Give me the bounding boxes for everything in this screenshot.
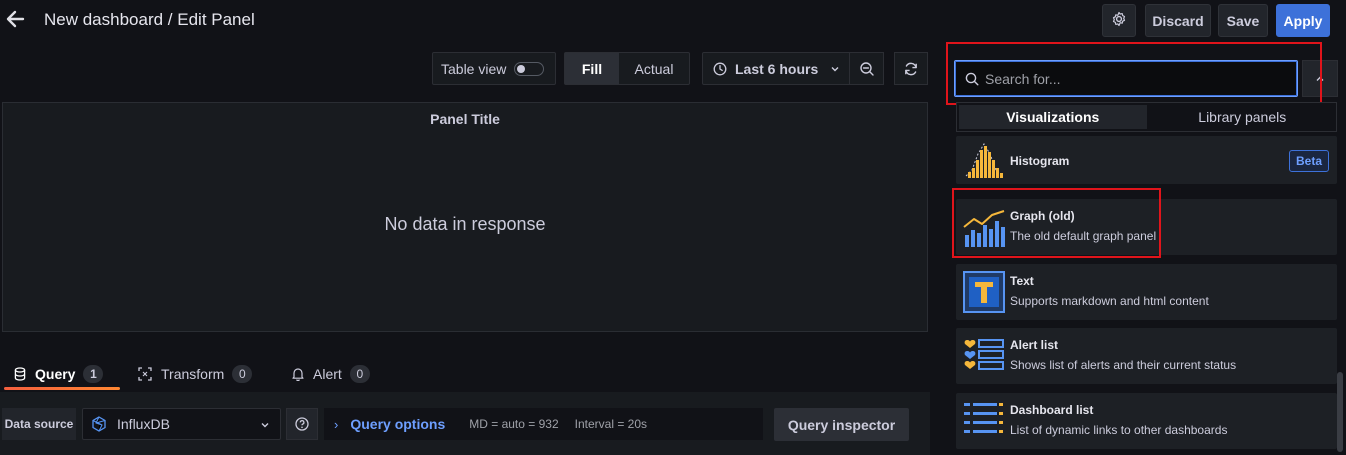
tab-query[interactable]: Query 1 bbox=[14, 358, 104, 390]
data-source-select[interactable]: InfluxDB bbox=[82, 408, 281, 440]
actual-option[interactable]: Actual bbox=[619, 53, 689, 84]
time-range-label: Last 6 hours bbox=[735, 60, 819, 77]
text-icon bbox=[962, 270, 1006, 314]
refresh-button[interactable] bbox=[894, 52, 928, 85]
chevron-down-icon bbox=[830, 64, 840, 74]
zoom-out-icon bbox=[859, 61, 875, 77]
chevron-right-icon: › bbox=[334, 416, 339, 432]
histogram-icon bbox=[962, 140, 1006, 180]
viz-desc-text: Supports markdown and html content bbox=[1010, 294, 1209, 308]
fill-option[interactable]: Fill bbox=[565, 53, 619, 84]
tab-transform[interactable]: Transform 0 bbox=[138, 358, 253, 390]
dashboard-list-icon bbox=[962, 399, 1006, 443]
clock-icon bbox=[713, 62, 727, 76]
gear-icon bbox=[1111, 11, 1127, 30]
tab-alert-label: Alert bbox=[313, 366, 342, 382]
tab-transform-count: 0 bbox=[232, 365, 253, 383]
tab-query-count: 1 bbox=[83, 365, 104, 383]
search-placeholder: Search for... bbox=[985, 70, 1061, 87]
tab-visualizations[interactable]: Visualizations bbox=[959, 105, 1147, 129]
graph-icon bbox=[962, 205, 1006, 249]
tab-query-label: Query bbox=[35, 366, 76, 382]
viz-name-text: Text bbox=[1010, 274, 1034, 288]
active-tab-indicator bbox=[4, 387, 120, 390]
viz-item-histogram[interactable]: Histogram Beta bbox=[956, 136, 1337, 184]
viz-search-input[interactable]: Search for... bbox=[954, 60, 1298, 97]
help-button[interactable] bbox=[286, 408, 318, 440]
page-title: New dashboard / Edit Panel bbox=[44, 10, 255, 29]
zoom-out-button[interactable] bbox=[850, 52, 884, 85]
viz-desc-alert-list: Shows list of alerts and their current s… bbox=[1010, 358, 1237, 372]
top-bar: New dashboard / Edit Panel Discard Save … bbox=[0, 0, 1346, 42]
back-arrow-icon[interactable] bbox=[4, 8, 26, 30]
viz-item-graph-old[interactable]: Graph (old) The old default graph panel bbox=[956, 199, 1337, 255]
fill-actual-toggle: Fill Actual bbox=[564, 52, 690, 85]
no-data-message: No data in response bbox=[384, 214, 546, 234]
refresh-icon bbox=[903, 61, 919, 77]
tab-alert-count: 0 bbox=[349, 365, 370, 383]
viz-name-histogram: Histogram bbox=[1010, 154, 1070, 168]
tab-library-panels[interactable]: Library panels bbox=[1149, 103, 1337, 131]
settings-button[interactable] bbox=[1102, 4, 1136, 37]
save-button[interactable]: Save bbox=[1218, 4, 1268, 37]
table-view-switch[interactable] bbox=[514, 61, 545, 76]
alert-list-icon bbox=[962, 334, 1006, 378]
query-options-toggle[interactable]: Query options bbox=[350, 416, 445, 432]
max-data-points: MD = auto = 932 bbox=[469, 417, 559, 431]
viz-name-graph-old: Graph (old) bbox=[1010, 209, 1075, 223]
table-view-label: Table view bbox=[441, 60, 507, 77]
viz-name-dashboard-list: Dashboard list bbox=[1010, 403, 1094, 417]
discard-button[interactable]: Discard bbox=[1145, 4, 1211, 37]
viz-item-text[interactable]: Text Supports markdown and html content bbox=[956, 264, 1337, 320]
picker-tabs: Visualizations Library panels bbox=[956, 102, 1337, 132]
transform-icon bbox=[138, 367, 152, 381]
data-source-value: InfluxDB bbox=[117, 416, 170, 432]
database-icon bbox=[14, 367, 26, 381]
viz-desc-graph-old: The old default graph panel bbox=[1010, 229, 1157, 243]
tab-transform-label: Transform bbox=[161, 366, 225, 382]
apply-button[interactable]: Apply bbox=[1276, 4, 1330, 37]
table-view-toggle[interactable]: Table view bbox=[432, 52, 556, 85]
panel-preview: Panel Title No data in response bbox=[2, 102, 928, 332]
viz-name-alert-list: Alert list bbox=[1010, 338, 1059, 352]
query-options-row: Data source InfluxDB › Query options MD … bbox=[0, 392, 930, 455]
time-range-picker[interactable]: Last 6 hours bbox=[702, 52, 850, 85]
viz-item-dashboard-list[interactable]: Dashboard list List of dynamic links to … bbox=[956, 393, 1337, 449]
bell-icon bbox=[292, 367, 304, 381]
panel-title[interactable]: Panel Title bbox=[3, 111, 927, 127]
chevron-down-icon bbox=[260, 420, 270, 430]
viz-desc-dashboard-list: List of dynamic links to other dashboard… bbox=[1010, 423, 1228, 437]
viz-item-alert-list[interactable]: Alert list Shows list of alerts and thei… bbox=[956, 328, 1337, 384]
data-source-label: Data source bbox=[2, 408, 76, 440]
tab-alert[interactable]: Alert 0 bbox=[292, 358, 370, 390]
collapse-picker-button[interactable] bbox=[1302, 60, 1338, 97]
switch-knob bbox=[517, 64, 526, 73]
search-icon bbox=[965, 72, 979, 86]
beta-badge: Beta bbox=[1288, 150, 1329, 172]
picker-scrollbar[interactable] bbox=[1337, 372, 1343, 452]
query-inspector-button[interactable]: Query inspector bbox=[774, 408, 909, 441]
influxdb-icon bbox=[91, 416, 107, 432]
interval-text: Interval = 20s bbox=[574, 417, 648, 431]
query-options-bar[interactable]: › Query options MD = auto = 932 Interval… bbox=[324, 408, 763, 440]
chevron-up-icon bbox=[1315, 74, 1325, 84]
question-circle-icon bbox=[295, 417, 309, 431]
editor-tabs: Query 1 Transform 0 Alert 0 bbox=[0, 358, 930, 390]
